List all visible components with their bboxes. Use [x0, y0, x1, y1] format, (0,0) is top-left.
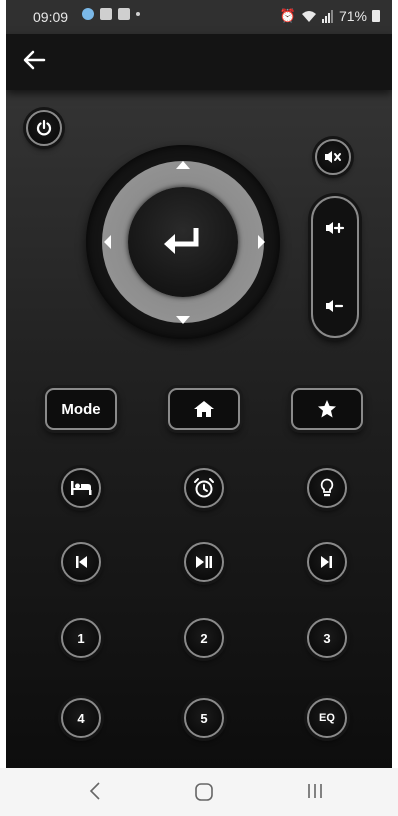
number-1-button[interactable]: 1 — [61, 618, 101, 658]
alarm-button[interactable] — [184, 468, 224, 508]
mute-button[interactable] — [315, 139, 351, 175]
app-bar — [6, 34, 392, 90]
wifi-icon — [301, 10, 316, 22]
volume-down-icon — [326, 300, 344, 312]
app-notification-icon — [82, 8, 94, 20]
previous-icon — [76, 556, 87, 568]
battery-icon — [372, 10, 380, 22]
eq-button[interactable]: EQ — [307, 698, 347, 738]
dpad-down-button[interactable] — [176, 316, 190, 324]
eq-label: EQ — [319, 712, 335, 724]
nav-home-icon[interactable] — [195, 783, 213, 801]
nav-recents-icon[interactable] — [307, 783, 323, 799]
volume-up-button[interactable] — [313, 198, 357, 258]
mode-button[interactable]: Mode — [45, 388, 117, 430]
play-pause-button[interactable] — [184, 542, 224, 582]
number-2-label: 2 — [200, 630, 208, 646]
number-4-button[interactable]: 4 — [61, 698, 101, 738]
dpad-up-button[interactable] — [176, 161, 190, 169]
play-pause-icon — [196, 556, 212, 568]
dpad-right-button[interactable] — [258, 235, 265, 249]
remote-screen: 09:09 ⏰ 71% Mode 1 2 3 4 5 EQ — [6, 0, 392, 768]
number-5-button[interactable]: 5 — [184, 698, 224, 738]
mute-icon — [325, 151, 341, 163]
system-nav-bar — [0, 768, 398, 816]
alarm-icon — [194, 478, 214, 498]
sleep-icon — [71, 481, 92, 495]
power-icon — [36, 119, 52, 136]
number-3-label: 3 — [323, 630, 331, 646]
image-notification-icon — [100, 8, 112, 20]
alarm-status-icon: ⏰ — [279, 8, 296, 23]
mode-label: Mode — [61, 400, 101, 418]
number-1-label: 1 — [77, 630, 85, 646]
number-4-label: 4 — [77, 710, 85, 726]
signal-icon — [321, 9, 333, 23]
favorite-button[interactable] — [291, 388, 363, 430]
volume-rocker — [311, 196, 359, 338]
home-icon — [194, 401, 214, 417]
next-icon — [321, 556, 332, 568]
back-arrow-icon[interactable] — [20, 46, 48, 74]
power-button[interactable] — [26, 110, 62, 146]
status-bar: 09:09 ⏰ 71% — [6, 0, 392, 34]
battery-text: 71% — [338, 8, 367, 24]
number-3-button[interactable]: 3 — [307, 618, 347, 658]
nav-back-icon[interactable] — [88, 780, 102, 802]
more-notifications-icon — [136, 12, 140, 16]
message-notification-icon — [118, 8, 130, 20]
light-button[interactable] — [307, 468, 347, 508]
next-button[interactable] — [307, 542, 347, 582]
status-time: 09:09 — [33, 9, 69, 25]
volume-up-icon — [326, 222, 345, 234]
number-5-label: 5 — [200, 710, 208, 726]
previous-button[interactable] — [61, 542, 101, 582]
notification-icons — [82, 8, 140, 20]
ok-button[interactable] — [128, 187, 238, 297]
bulb-icon — [320, 478, 334, 497]
volume-down-button[interactable] — [313, 276, 357, 336]
dpad — [86, 145, 280, 339]
sleep-button[interactable] — [61, 468, 101, 508]
enter-icon — [164, 228, 199, 254]
dpad-left-button[interactable] — [104, 235, 111, 249]
system-icons: ⏰ 71% — [280, 8, 380, 24]
home-button[interactable] — [168, 388, 240, 430]
star-icon — [318, 400, 336, 418]
number-2-button[interactable]: 2 — [184, 618, 224, 658]
